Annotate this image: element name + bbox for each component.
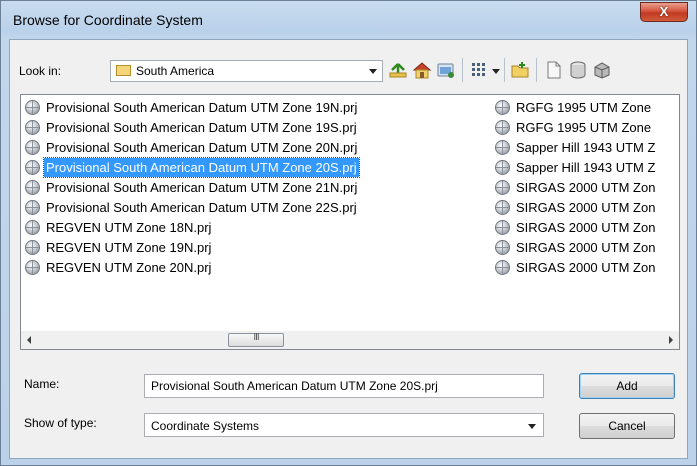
coordinate-system-icon	[25, 160, 40, 175]
look-in-label: Look in:	[19, 64, 62, 78]
connect-folder-icon[interactable]	[436, 60, 456, 80]
name-label: Name:	[24, 377, 60, 391]
toolbar-separator	[462, 58, 463, 82]
close-button[interactable]: X	[640, 2, 688, 22]
catalog-icon[interactable]	[568, 60, 588, 80]
scroll-right-icon[interactable]	[662, 331, 679, 349]
title-bar[interactable]: Browse for Coordinate System X	[1, 1, 696, 39]
coordinate-system-icon	[25, 180, 40, 195]
dialog-body: Look in: South America Provisional South…	[9, 39, 688, 459]
coordinate-system-icon	[25, 140, 40, 155]
chevron-down-icon	[528, 424, 536, 429]
home-icon[interactable]	[412, 60, 432, 80]
show-of-type-value: Coordinate Systems	[151, 419, 260, 433]
name-field[interactable]	[144, 374, 544, 398]
look-in-dropdown[interactable]: South America	[110, 60, 383, 82]
coordinate-system-icon	[25, 240, 40, 255]
coordinate-system-icon	[495, 160, 510, 175]
show-of-type-dropdown[interactable]: Coordinate Systems	[144, 413, 544, 437]
toolbar-separator	[536, 58, 537, 82]
browse-dialog: Browse for Coordinate System X Look in: …	[0, 0, 697, 466]
horizontal-scrollbar[interactable]: III	[20, 331, 680, 350]
coordinate-system-icon	[495, 260, 510, 275]
dialog-title: Browse for Coordinate System	[13, 12, 203, 28]
folder-icon	[116, 65, 131, 76]
coordinate-system-icon	[25, 120, 40, 135]
scrollbar-grip: III	[253, 332, 259, 343]
scrollbar-thumb[interactable]: III	[228, 332, 284, 347]
coordinate-system-icon	[25, 260, 40, 275]
coordinate-system-icon	[25, 100, 40, 115]
view-menu-icon[interactable]	[469, 60, 489, 80]
close-icon: X	[659, 4, 669, 19]
view-dropdown-arrow-icon[interactable]	[492, 69, 500, 74]
coordinate-system-icon	[495, 120, 510, 135]
scroll-left-icon[interactable]	[21, 331, 38, 349]
coordinate-system-icon	[495, 240, 510, 255]
options-icon[interactable]	[592, 60, 612, 80]
new-file-icon[interactable]	[544, 60, 564, 80]
coordinate-system-icon	[495, 200, 510, 215]
add-button[interactable]: Add	[579, 373, 675, 399]
coordinate-system-icon	[495, 180, 510, 195]
coordinate-system-icon	[25, 200, 40, 215]
coordinate-system-icon	[25, 220, 40, 235]
coordinate-system-icon	[495, 140, 510, 155]
toolbar-separator	[504, 58, 505, 82]
file-list[interactable]: Provisional South American Datum UTM Zon…	[20, 94, 680, 350]
look-in-value: South America	[136, 64, 215, 78]
coordinate-system-icon	[495, 100, 510, 115]
up-one-level-icon[interactable]	[388, 60, 408, 80]
chevron-down-icon	[369, 69, 377, 74]
coordinate-system-icon	[495, 220, 510, 235]
new-folder-icon[interactable]	[510, 60, 530, 80]
show-of-type-label: Show of type:	[24, 416, 97, 430]
cancel-button[interactable]: Cancel	[579, 413, 675, 439]
